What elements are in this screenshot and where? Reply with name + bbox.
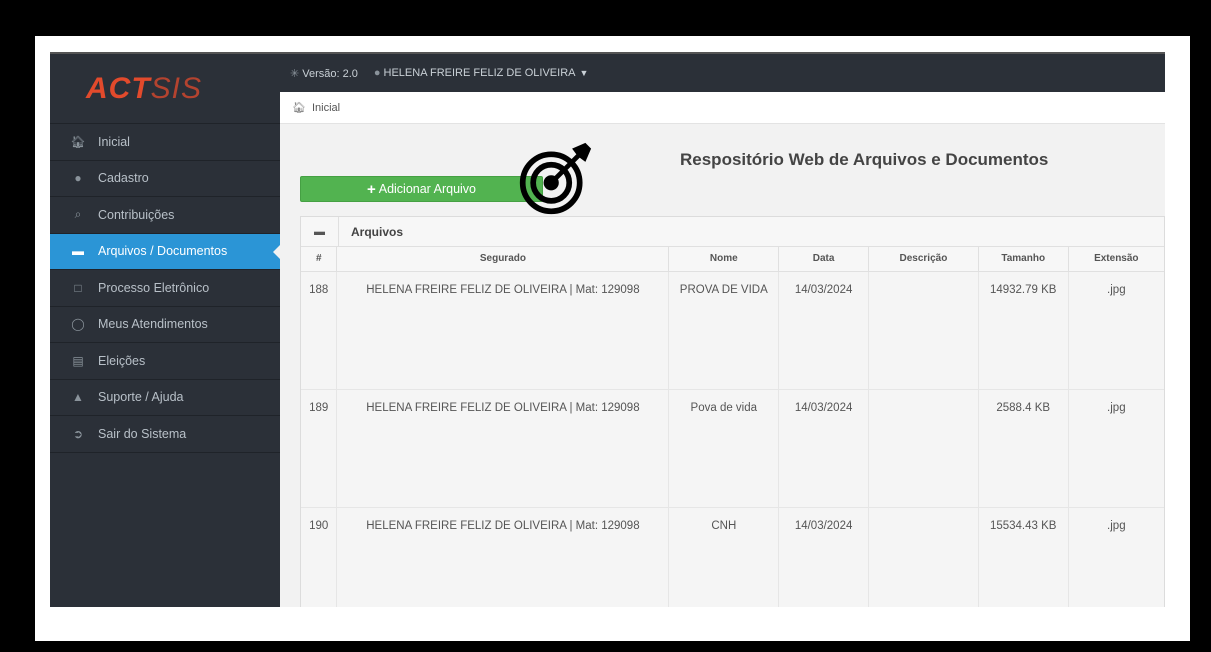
sidebar-item-label: Cadastro: [98, 171, 149, 186]
version-label: Versão: 2.0: [302, 67, 358, 80]
logo: ACTSIS: [86, 72, 202, 106]
table-row[interactable]: 190 HELENA FREIRE FELIZ DE OLIVEIRA | Ma…: [301, 507, 1164, 607]
sidebar-item-label: Sair do Sistema: [98, 426, 187, 441]
cell-id: 188: [301, 271, 338, 390]
sidebar-item-label: Arquivos / Documentos: [98, 244, 228, 259]
cell-id: 190: [301, 507, 338, 607]
col-header-nome[interactable]: Nome: [668, 247, 780, 272]
sidebar-item-inicial[interactable]: 🏠︎ Inicial: [50, 124, 280, 161]
money-icon: ⌕: [74, 207, 82, 222]
sidebar-item-label: Eleições: [98, 353, 146, 368]
home-icon: 🏠︎: [70, 134, 86, 149]
app-window: ACTSIS 🏠︎ Inicial ● Cadastro ⌕ Contribuiçõe…: [50, 52, 1165, 607]
sidebar-item-sair[interactable]: ➲ Sair do Sistema: [50, 416, 280, 453]
col-header-data[interactable]: Data: [778, 247, 870, 272]
window-icon: □: [74, 280, 82, 295]
sidebar-nav: 🏠︎ Inicial ● Cadastro ⌕ Contribuições ▬ Arqu…: [50, 124, 280, 453]
add-file-button[interactable]: + Adicionar Arquivo: [300, 176, 543, 202]
logo-sis: SIS: [150, 71, 203, 105]
plus-icon: +: [366, 180, 376, 198]
cell-nome: CNH: [668, 507, 780, 607]
cell-descricao: [868, 389, 979, 508]
cell-descricao: [868, 507, 979, 607]
sidebar-item-label: Processo Eletrônico: [98, 280, 210, 295]
caret-down-icon: ▼: [579, 68, 589, 78]
col-header-id[interactable]: #: [301, 247, 338, 272]
col-header-segurado[interactable]: Segurado: [336, 247, 670, 272]
sidebar-item-label: Meus Atendimentos: [98, 317, 208, 332]
sidebar: ACTSIS 🏠︎ Inicial ● Cadastro ⌕ Contribuiçõe…: [50, 54, 280, 607]
warning-icon: ▲: [72, 390, 84, 405]
cell-segurado: HELENA FREIRE FELIZ DE OLIVEIRA | Mat: 1…: [336, 507, 670, 607]
user-menu[interactable]: ● HELENA FREIRE FELIZ DE OLIVEIRA ▼: [374, 67, 589, 79]
logout-icon: ➲: [72, 426, 84, 441]
sidebar-item-label: Inicial: [98, 134, 130, 149]
table-header-row: # Segurado Nome Data Descrição Tamanho E…: [301, 247, 1164, 272]
cell-id: 189: [301, 389, 338, 508]
drive-icon: ▬: [72, 244, 84, 259]
ballot-icon: ▤: [72, 353, 84, 368]
logo-area[interactable]: ACTSIS: [50, 54, 280, 124]
panel-header: ▬ Arquivos: [301, 216, 1164, 247]
cell-tamanho: 15534.43 KB: [978, 507, 1069, 607]
table-row[interactable]: 189 HELENA FREIRE FELIZ DE OLIVEIRA | Ma…: [301, 389, 1164, 508]
cell-data: 14/03/2024: [778, 507, 870, 607]
chat-icon: ◯: [71, 317, 85, 332]
drive-icon: ▬: [301, 216, 339, 247]
version-info: ✳ Versão: 2.0: [290, 67, 358, 80]
cell-segurado: HELENA FREIRE FELIZ DE OLIVEIRA | Mat: 1…: [336, 389, 670, 508]
col-header-descricao[interactable]: Descrição: [868, 247, 979, 272]
cell-data: 14/03/2024: [778, 271, 870, 390]
col-header-tamanho[interactable]: Tamanho: [978, 247, 1069, 272]
cell-tamanho: 14932.79 KB: [978, 271, 1069, 390]
cell-nome: Pova de vida: [668, 389, 780, 508]
cell-data: 14/03/2024: [778, 389, 870, 508]
sidebar-item-cadastro[interactable]: ● Cadastro: [50, 161, 280, 197]
main-content: Respositório Web de Arquivos e Documento…: [280, 124, 1165, 607]
home-icon: 🏠︎: [292, 102, 306, 114]
sidebar-item-label: Contribuições: [98, 207, 175, 222]
sidebar-item-contribuicoes[interactable]: ⌕ Contribuições: [50, 197, 280, 234]
sidebar-item-processo[interactable]: □ Processo Eletrônico: [50, 270, 280, 307]
page-title: Respositório Web de Arquivos e Documento…: [680, 150, 1049, 169]
cell-descricao: [868, 271, 979, 390]
user-icon: ●: [74, 171, 82, 186]
logo-act: ACT: [86, 71, 151, 105]
sidebar-item-label: Suporte / Ajuda: [98, 390, 184, 405]
panel-title: Arquivos: [351, 224, 404, 239]
cell-nome: PROVA DE VIDA: [668, 271, 780, 390]
cell-extensao: .jpg: [1068, 389, 1164, 508]
user-name: HELENA FREIRE FELIZ DE OLIVEIRA: [383, 67, 576, 79]
cell-tamanho: 2588.4 KB: [978, 389, 1069, 508]
users-icon: ●: [373, 67, 381, 79]
topbar: ✳ Versão: 2.0 ● HELENA FREIRE FELIZ DE OLI…: [280, 54, 1165, 92]
sidebar-item-arquivos[interactable]: ▬ Arquivos / Documentos: [50, 233, 280, 270]
sidebar-item-eleicoes[interactable]: ▤ Eleições: [50, 343, 280, 380]
files-panel: ▬ Arquivos # Segurado Nome Data Descriçã…: [300, 216, 1165, 607]
col-header-extensao[interactable]: Extensão: [1068, 247, 1164, 272]
cell-extensao: .jpg: [1068, 507, 1164, 607]
table-row[interactable]: 188 HELENA FREIRE FELIZ DE OLIVEIRA | Ma…: [301, 271, 1164, 390]
asterisk-icon: ✳: [290, 67, 300, 80]
add-file-label: Adicionar Arquivo: [378, 182, 477, 196]
cell-extensao: .jpg: [1068, 271, 1164, 390]
sidebar-item-suporte[interactable]: ▲ Suporte / Ajuda: [50, 380, 280, 416]
breadcrumb: 🏠︎ Inicial: [280, 92, 1165, 124]
target-icon: [519, 142, 592, 215]
sidebar-item-atendimentos[interactable]: ◯ Meus Atendimentos: [50, 307, 280, 343]
breadcrumb-current[interactable]: Inicial: [312, 102, 340, 114]
cell-segurado: HELENA FREIRE FELIZ DE OLIVEIRA | Mat: 1…: [336, 271, 670, 390]
files-table: # Segurado Nome Data Descrição Tamanho E…: [301, 247, 1164, 607]
